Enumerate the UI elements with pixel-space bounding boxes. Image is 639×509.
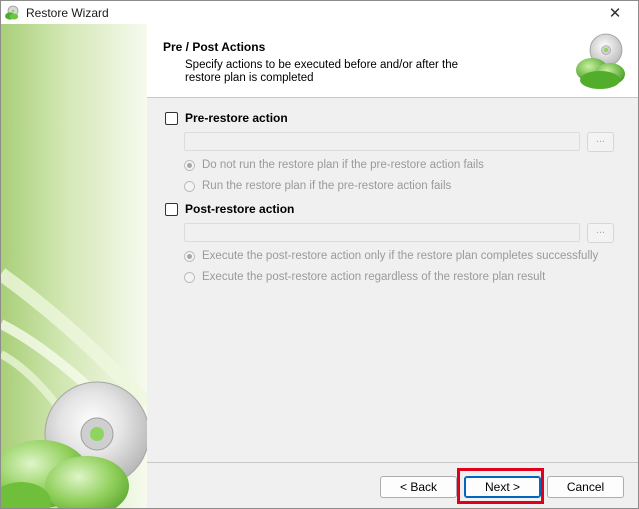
pre-restore-path-input[interactable] [184,132,580,151]
radio-label: Do not run the restore plan if the pre-r… [202,159,484,171]
app-cloud-disc-icon [5,5,19,20]
actions-panel: Pre-restore action ... Do not run the re… [147,98,638,463]
window-title: Restore Wizard [26,5,109,20]
radio-button[interactable] [184,180,195,192]
radio-label: Execute the post-restore action regardle… [202,271,546,283]
pre-restore-browse-button[interactable]: ... [587,132,614,152]
radio-button[interactable] [184,250,195,262]
restore-wizard-window: Restore Wizard ✕ Pre / Post Actions Spec… [0,0,639,509]
next-button[interactable]: Next > [464,476,541,498]
title-bar: Restore Wizard ✕ [1,1,638,24]
sidebar-disc-cloud-art [1,268,147,508]
cloud-disc-icon [576,33,625,89]
post-restore-checkbox-row[interactable]: Post-restore action [165,202,294,216]
radio-button[interactable] [184,159,195,171]
post-restore-label: Post-restore action [185,202,295,216]
wizard-header: Pre / Post Actions Specify actions to be… [147,24,638,98]
close-icon: ✕ [608,4,622,22]
pre-restore-checkbox[interactable] [165,111,178,125]
pre-restore-option-stop[interactable]: Do not run the restore plan if the pre-r… [184,159,484,171]
radio-label: Run the restore plan if the pre-restore … [202,180,452,192]
cancel-button[interactable]: Cancel [547,476,624,498]
post-restore-path-input[interactable] [184,223,580,242]
post-restore-checkbox[interactable] [165,202,178,216]
page-title: Pre / Post Actions [163,40,266,54]
post-restore-option-always[interactable]: Execute the post-restore action regardle… [184,271,545,283]
close-button[interactable]: ✕ [592,1,638,24]
radio-button[interactable] [184,271,195,283]
radio-label: Execute the post-restore action only if … [202,250,599,262]
post-restore-option-on-success[interactable]: Execute the post-restore action only if … [184,250,598,262]
footer-divider [147,462,638,463]
pre-restore-option-continue[interactable]: Run the restore plan if the pre-restore … [184,180,451,192]
wizard-sidebar-art [1,24,147,508]
back-button[interactable]: < Back [380,476,457,498]
pre-restore-checkbox-row[interactable]: Pre-restore action [165,111,288,125]
post-restore-browse-button[interactable]: ... [587,223,614,243]
pre-restore-label: Pre-restore action [185,111,288,125]
page-description: Specify actions to be executed before an… [185,59,458,84]
